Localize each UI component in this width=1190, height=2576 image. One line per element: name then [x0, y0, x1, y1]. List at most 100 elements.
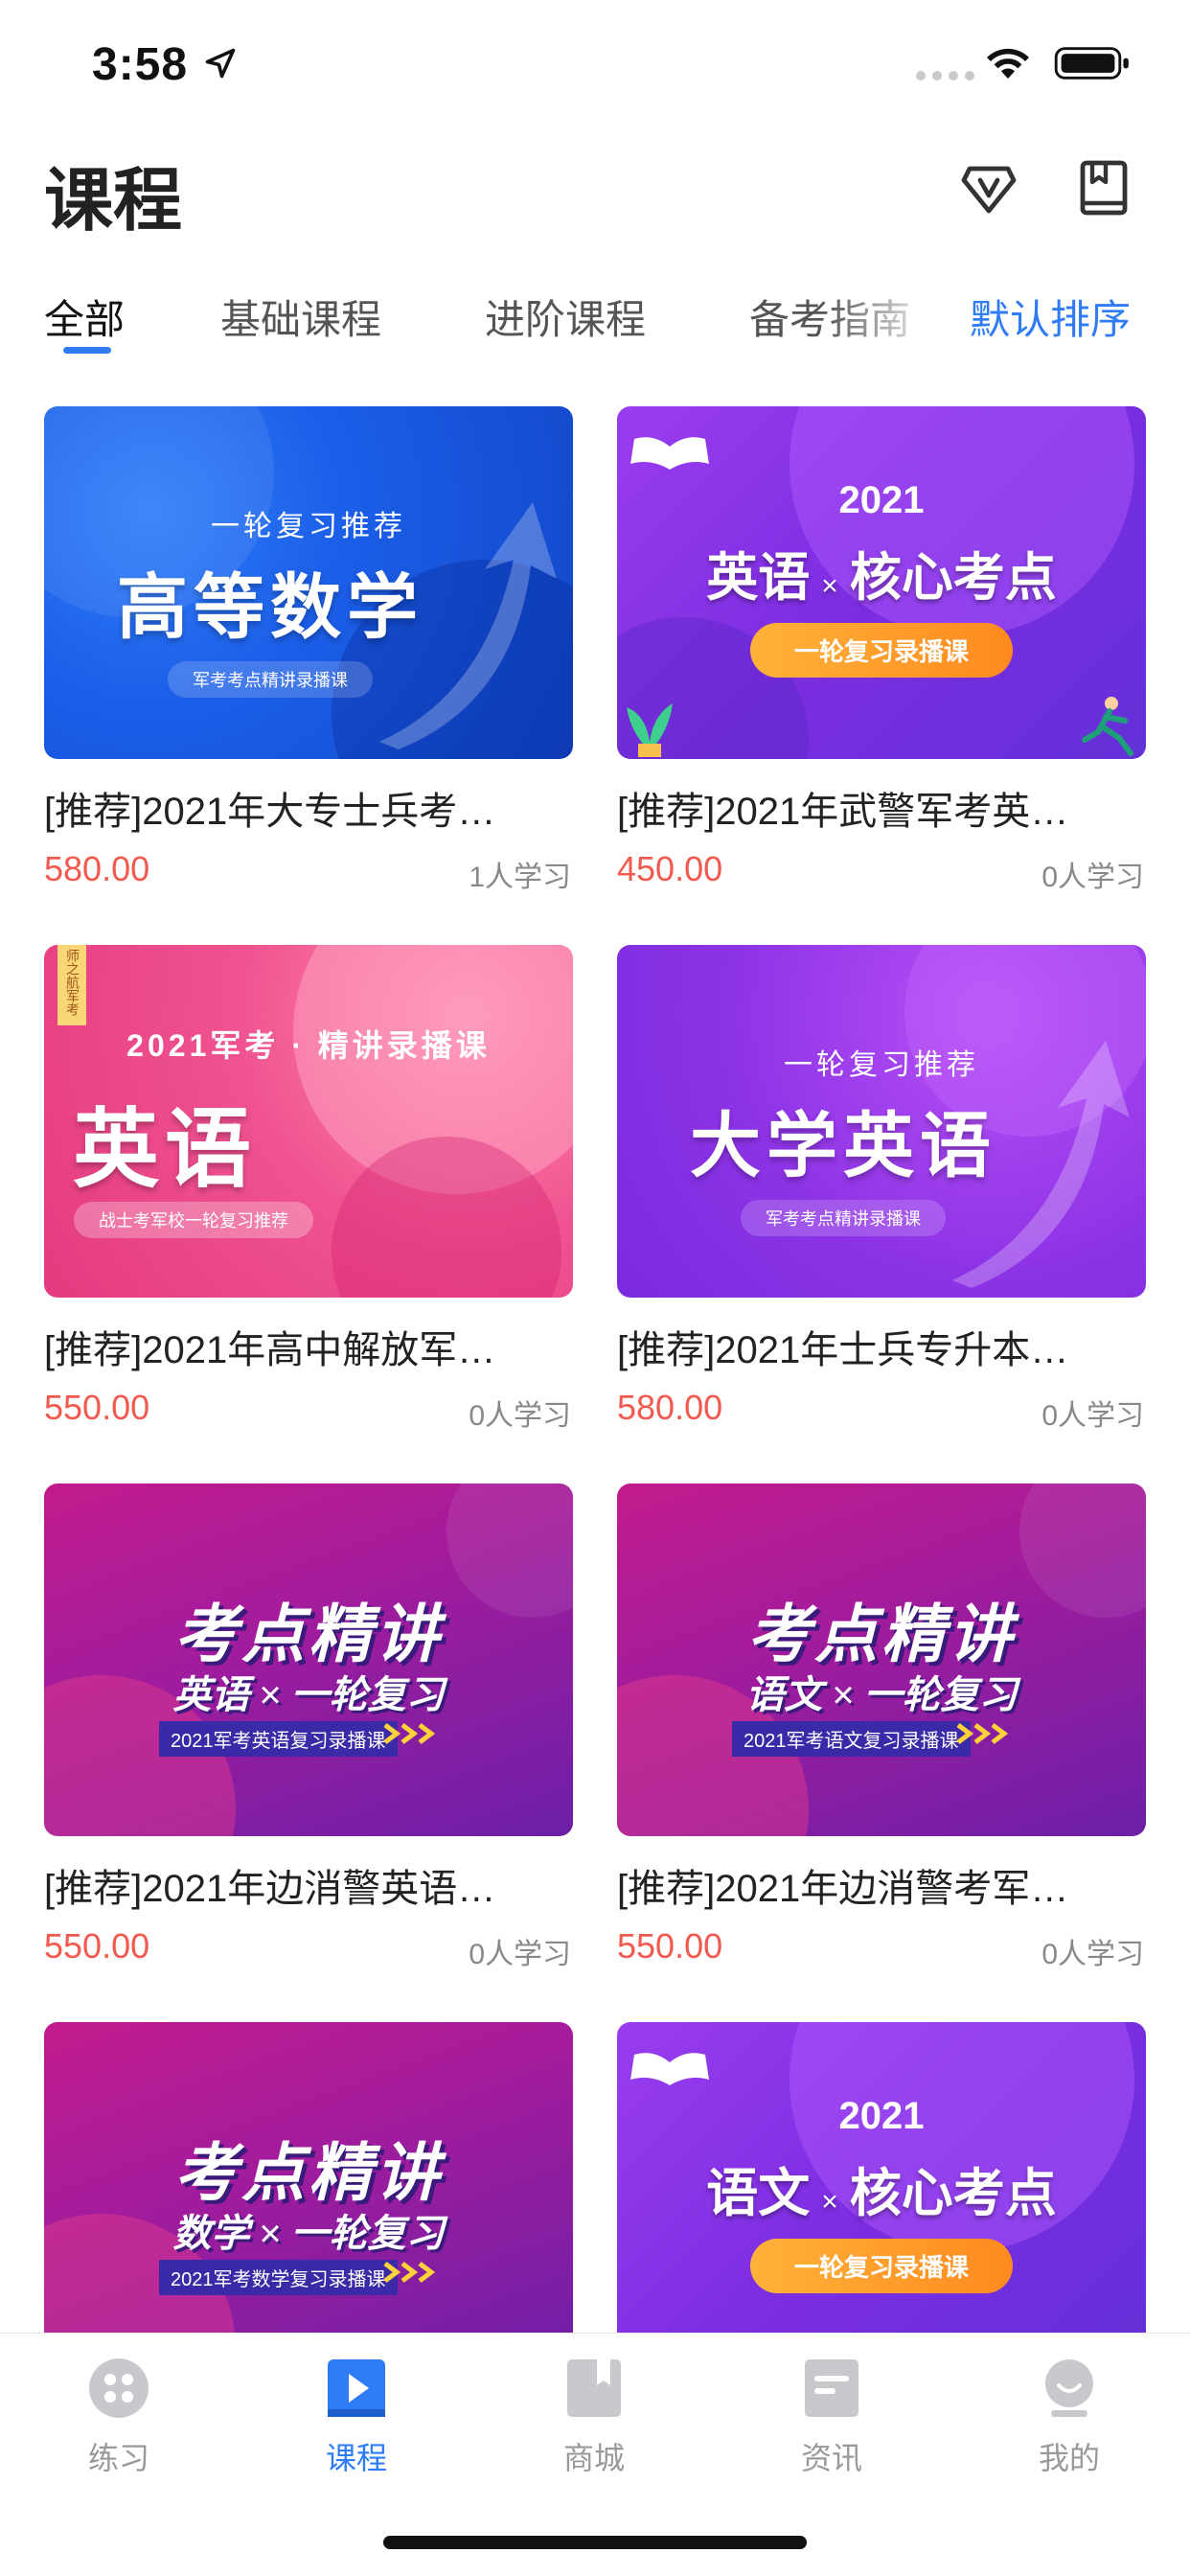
thumb-times: ×	[832, 1674, 855, 1716]
thumb-headline: 英语	[73, 1102, 257, 1198]
thumb-subject: 数学	[172, 2213, 250, 2255]
thumb-pill: 战士考军校一轮复习推荐	[74, 1202, 313, 1238]
tabbar-label: 课程	[325, 2441, 387, 2475]
open-book-icon	[630, 2053, 709, 2085]
course-title: [推荐]2021年武警军考英…	[617, 791, 1069, 833]
tab-basic-courses[interactable]: 基础课程	[220, 288, 381, 346]
thumb-year: 2021	[838, 2095, 925, 2137]
thumb-year: 2021	[838, 479, 925, 521]
course-grid: 一轮复习推荐 高等数学 军考考点精讲录播课 [推荐]2021年大专士兵考… 58…	[0, 406, 1190, 2333]
tabbar-item-shop[interactable]: 商城	[527, 2357, 661, 2478]
course-learners: 0人学习	[469, 1939, 571, 1970]
course-learners: 0人学习	[469, 1400, 571, 1432]
course-price: 450.00	[617, 849, 723, 888]
course-card[interactable]: 考点精讲 英语 × 一轮复习 2021军考英语复习录播课 [推荐]2021年边消警英…	[44, 1484, 573, 1972]
thumb-topic: 核心考点	[849, 549, 1057, 607]
thumb-pill: 军考考点精讲录播课	[741, 1200, 946, 1236]
course-card[interactable]: 考点精讲 语文 × 一轮复习 2021军考语文复习录播课 [推荐]2021年边消警考…	[617, 1484, 1146, 1972]
course-meta: 450.00 0人学习	[617, 849, 1146, 895]
up-arrow-graphic-icon	[952, 1041, 1130, 1288]
sort-button[interactable]: 默认排序	[970, 288, 1131, 346]
course-price: 550.00	[44, 1388, 150, 1427]
course-play-icon	[328, 2359, 385, 2417]
location-arrow-icon	[205, 48, 236, 79]
course-card[interactable]: 2021 英语 × 核心考点 一轮复习录播课 [推荐]2021年武警军考英… 450…	[617, 406, 1146, 895]
course-thumbnail: 2021 语文 × 核心考点 一轮复习录播课	[617, 2022, 1146, 2333]
thumb-tag: 2021军考英语复习录播课	[159, 1721, 398, 1757]
home-indicator	[383, 2536, 807, 2549]
thumb-topic: 核心考点	[849, 2165, 1057, 2222]
course-thumbnail: 一轮复习推荐 高等数学 军考考点精讲录播课	[44, 406, 573, 759]
runner-figure-icon	[1082, 697, 1133, 756]
thumb-subject: 语文	[706, 2165, 811, 2222]
tabbar-label: 我的	[1038, 2441, 1100, 2475]
status-time: 3:58	[92, 39, 189, 90]
thumb-pill: 一轮复习录播课	[749, 2239, 1014, 2293]
course-card[interactable]: 师之航军考 2021军考 · 精讲录播课 英语 战士考军校一轮复习推荐 [推荐]…	[44, 945, 573, 1434]
status-bar: 3:58	[0, 0, 1190, 126]
tabbar-item-news[interactable]: 资讯	[765, 2357, 899, 2478]
active-tab-indicator	[63, 347, 111, 354]
course-title: [推荐]2021年高中解放军…	[44, 1329, 496, 1371]
course-title: [推荐]2021年边消警考军…	[617, 1868, 1069, 1910]
tabbar-item-practice[interactable]: 练习	[52, 2357, 186, 2478]
page-title: 课程	[44, 163, 183, 240]
course-price: 550.00	[617, 1926, 723, 1966]
thumb-sub: 一轮复习	[290, 1674, 445, 1716]
wifi-icon	[987, 48, 1029, 79]
profile-icon	[1045, 2359, 1093, 2417]
course-card[interactable]: 一轮复习推荐 大学英语 军考考点精讲录播课 [推荐]2021年士兵专升本… 58…	[617, 945, 1146, 1434]
course-learners: 0人学习	[1041, 862, 1144, 893]
course-card[interactable]: 2021 语文 × 核心考点 一轮复习录播课	[617, 2022, 1146, 2333]
news-icon	[805, 2359, 858, 2417]
course-card[interactable]: 考点精讲 数学 × 一轮复习 2021军考数学复习录播课	[44, 2022, 573, 2333]
thumb-pill: 一轮复习录播课	[749, 623, 1014, 678]
course-learners: 1人学习	[469, 862, 571, 893]
course-title: [推荐]2021年边消警英语…	[44, 1868, 496, 1910]
tab-advanced-courses[interactable]: 进阶课程	[485, 288, 646, 346]
thumb-tag: 2021军考语文复习录播课	[732, 1721, 971, 1757]
thumb-sub: 一轮复习	[290, 2213, 445, 2255]
tab-all[interactable]: 全部	[44, 288, 125, 346]
course-thumbnail: 师之航军考 2021军考 · 精讲录播课 英语 战士考军校一轮复习推荐	[44, 945, 573, 1298]
thumb-times: ×	[821, 570, 838, 602]
course-card[interactable]: 一轮复习推荐 高等数学 军考考点精讲录播课 [推荐]2021年大专士兵考… 58…	[44, 406, 573, 895]
tabbar-item-course[interactable]: 课程	[289, 2357, 423, 2478]
chevron-right-icon	[956, 1723, 1009, 1744]
thumb-caption: 2021军考 · 精讲录播课	[126, 1028, 491, 1063]
course-meta: 550.00 0人学习	[617, 1926, 1146, 1972]
tabbar-label: 练习	[87, 2441, 149, 2475]
thumb-subject: 英语	[172, 1674, 250, 1716]
shop-bookmark-icon	[567, 2359, 621, 2417]
course-thumbnail: 考点精讲 数学 × 一轮复习 2021军考数学复习录播课	[44, 2022, 573, 2333]
thumb-pill: 军考考点精讲录播课	[168, 661, 373, 698]
tab-scroll-fade	[824, 278, 939, 355]
course-meta: 550.00 0人学习	[44, 1926, 573, 1972]
thumb-subline: 语文 × 一轮复习	[617, 1664, 1146, 1719]
course-price: 580.00	[44, 849, 150, 888]
course-title: [推荐]2021年大专士兵考…	[44, 791, 496, 833]
thumb-subline: 英语 × 一轮复习	[44, 1664, 573, 1719]
battery-icon	[1054, 47, 1129, 80]
chevron-right-icon	[383, 1723, 436, 1744]
up-arrow-graphic-icon	[379, 502, 557, 749]
course-thumbnail: 考点精讲 英语 × 一轮复习 2021军考英语复习录播课	[44, 1484, 573, 1836]
tabbar-label: 资讯	[800, 2441, 862, 2475]
book-icon[interactable]	[1073, 157, 1134, 218]
course-learners: 0人学习	[1041, 1939, 1144, 1970]
course-price: 550.00	[44, 1926, 150, 1966]
thumb-headline: 英语 × 核心考点	[617, 535, 1146, 610]
course-thumbnail: 一轮复习推荐 大学英语 军考考点精讲录播课	[617, 945, 1146, 1298]
cellular-signal-icon	[916, 71, 974, 80]
practice-icon	[89, 2358, 149, 2418]
thumb-subject: 语文	[745, 1674, 823, 1716]
thumb-times: ×	[259, 1674, 282, 1716]
course-meta: 580.00 0人学习	[617, 1388, 1146, 1434]
course-price: 580.00	[617, 1388, 723, 1427]
thumb-times: ×	[259, 2213, 282, 2255]
thumb-headline: 考点精讲	[174, 2137, 443, 2208]
vip-icon[interactable]	[958, 157, 1019, 218]
tabbar-item-profile[interactable]: 我的	[1002, 2357, 1136, 2478]
thumb-subline: 数学 × 一轮复习	[44, 2202, 573, 2258]
open-book-icon	[630, 437, 709, 470]
